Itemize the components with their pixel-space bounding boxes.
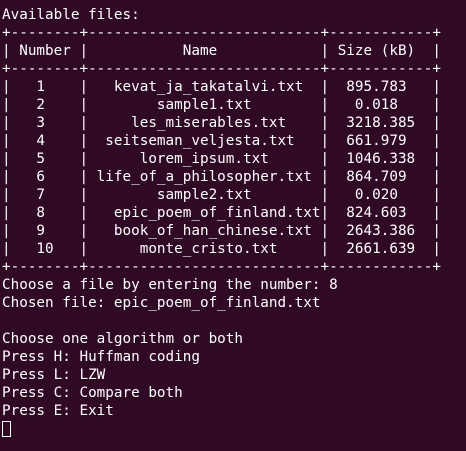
table-row: | 6 | life_of_a_philosopher.txt | 864.70… bbox=[2, 169, 441, 185]
option-lzw: Press L: LZW bbox=[2, 367, 106, 383]
table-row: | 8 | epic_poem_of_finland.txt| 824.603 … bbox=[2, 205, 441, 221]
table-row: | 2 | sample1.txt | 0.018 | bbox=[2, 97, 441, 113]
table-border-header: +--------+---------------------------+--… bbox=[2, 61, 441, 77]
table-border-top: +--------+---------------------------+--… bbox=[2, 25, 441, 41]
table-row: | 3 | les_miserables.txt | 3218.385 | bbox=[2, 115, 441, 131]
table-border-bottom: +--------+---------------------------+--… bbox=[2, 259, 441, 275]
input-line[interactable] bbox=[2, 420, 466, 438]
table-row: | 4 | seitseman_veljesta.txt | 661.979 | bbox=[2, 133, 441, 149]
option-exit: Press E: Exit bbox=[2, 403, 114, 419]
chosen-file-text: Chosen file: epic_poem_of_finland.txt bbox=[2, 295, 321, 311]
prompt-choose-file: Choose a file by entering the number: 8 bbox=[2, 277, 338, 293]
table-row: | 10 | monte_cristo.txt | 2661.639 | bbox=[2, 241, 441, 257]
text-cursor[interactable] bbox=[2, 421, 11, 437]
option-compare: Press C: Compare both bbox=[2, 385, 183, 401]
option-huffman: Press H: Huffman coding bbox=[2, 349, 200, 365]
table-row: | 9 | book_of_han_chinese.txt | 2643.386… bbox=[2, 223, 441, 239]
table-header-row: | Number | Name | Size (kB) | bbox=[2, 43, 441, 59]
prompt-choose-algorithm: Choose one algorithm or both bbox=[2, 331, 244, 347]
table-row: | 1 | kevat_ja_takatalvi.txt | 895.783 | bbox=[2, 79, 441, 95]
table-row: | 7 | sample2.txt | 0.020 | bbox=[2, 187, 441, 203]
terminal-window[interactable]: Available files: +--------+-------------… bbox=[0, 0, 466, 451]
table-row: | 5 | lorem_ipsum.txt | 1046.338 | bbox=[2, 151, 441, 167]
header-available-files: Available files: bbox=[2, 7, 140, 23]
